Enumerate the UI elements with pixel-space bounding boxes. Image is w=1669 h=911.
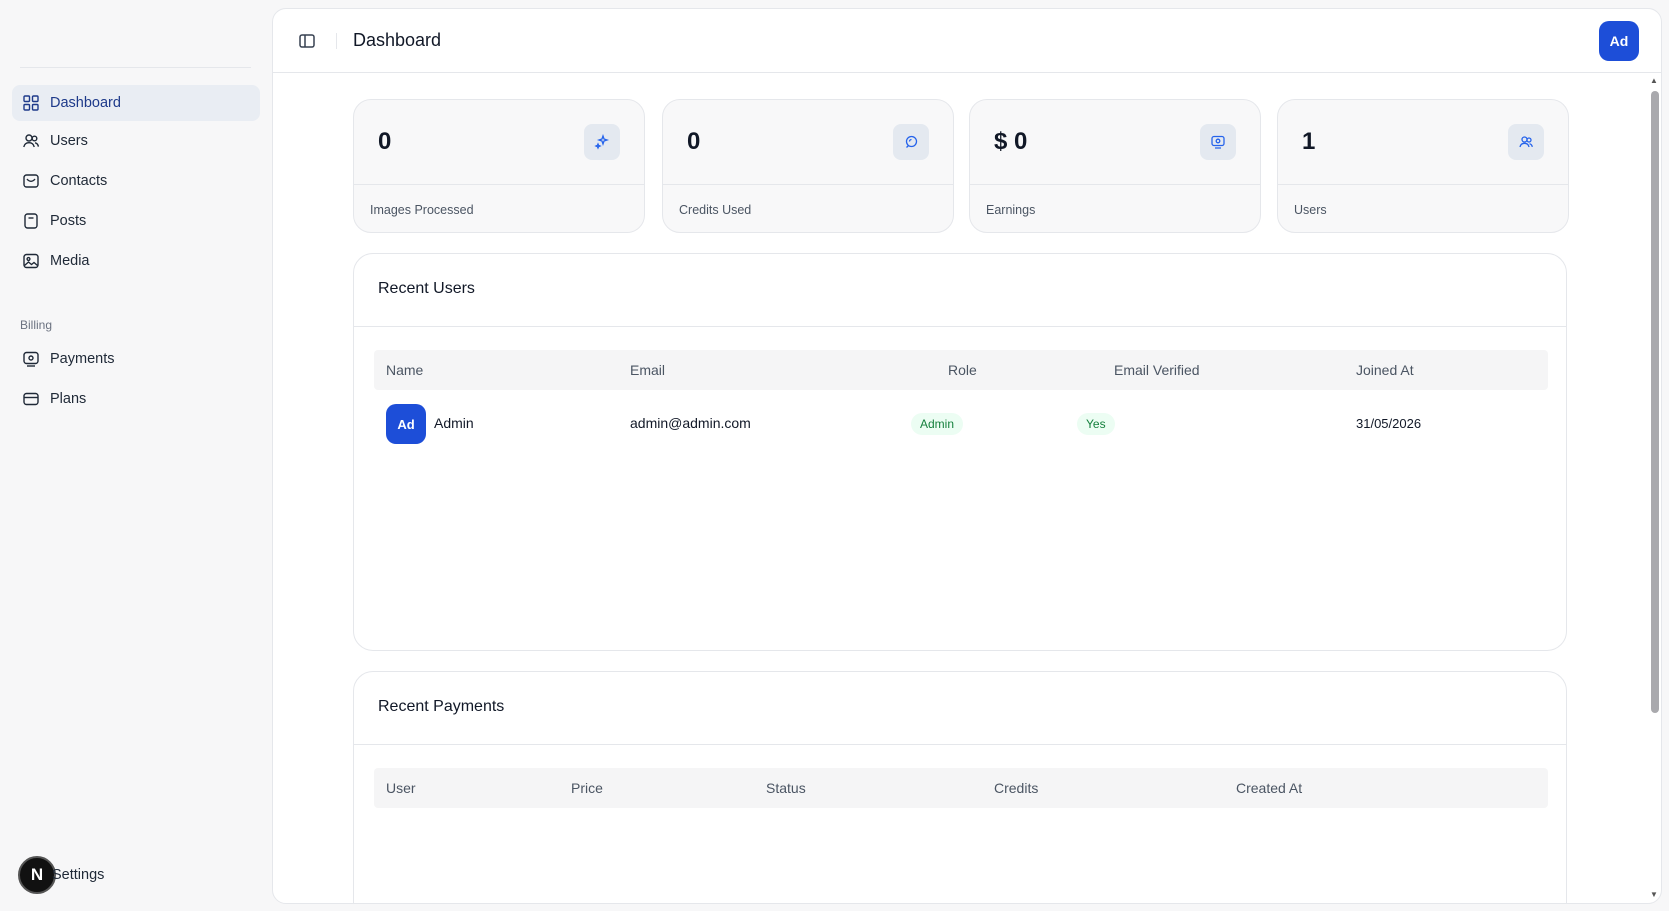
sidebar-item-label: Posts	[50, 213, 87, 229]
card-icon	[22, 390, 40, 408]
payments-icon	[22, 350, 40, 368]
table-header: User Price Status Credits Created At	[374, 768, 1548, 808]
sidebar-item-label: Media	[50, 253, 90, 269]
column-header: Joined At	[1356, 362, 1414, 378]
panel-left-icon	[299, 34, 315, 48]
column-header: Status	[766, 780, 806, 796]
content-area: 0 Images Processed 0 Credits Used $ 0 Ea…	[273, 73, 1661, 903]
section-divider	[354, 744, 1566, 745]
page-title: Dashboard	[353, 30, 442, 50]
avatar: Ad	[386, 404, 426, 444]
table-row[interactable]: Ad Admin admin@admin.com Admin Yes 31/05…	[374, 402, 1548, 446]
stat-value: 0	[378, 128, 392, 155]
joined-date: 31/05/2026	[1356, 416, 1422, 431]
column-header: Role	[948, 362, 977, 378]
stat-divider	[663, 184, 953, 185]
section-title: Recent Payments	[378, 698, 505, 715]
stat-label: Credits Used	[679, 203, 752, 217]
sidebar-item-dashboard[interactable]: Dashboard	[12, 85, 260, 121]
header-separator	[336, 33, 337, 49]
stat-value: $ 0	[994, 128, 1028, 155]
user-avatar[interactable]: Ad	[1599, 21, 1639, 61]
sidebar-item-users[interactable]: Users	[12, 123, 260, 159]
column-header: Price	[571, 780, 603, 796]
scroll-down-arrow-icon[interactable]: ▼	[1650, 891, 1658, 899]
sidebar-toggle-button[interactable]	[297, 31, 317, 51]
section-title: Recent Users	[378, 280, 475, 297]
credits-icon	[893, 124, 929, 160]
sidebar-item-payments[interactable]: Payments	[12, 341, 260, 377]
column-header: Name	[386, 362, 424, 378]
stat-value: 0	[687, 128, 701, 155]
stat-value: 1	[1302, 128, 1316, 155]
column-header: Created At	[1236, 780, 1303, 796]
role-badge: Admin	[911, 413, 964, 435]
sidebar-item-label: Payments	[50, 351, 115, 367]
sparkles-icon	[584, 124, 620, 160]
scrollbar-thumb[interactable]	[1651, 91, 1659, 713]
sidebar-item-label: Settings	[52, 867, 105, 883]
framework-badge[interactable]: N	[18, 856, 56, 894]
stat-divider	[1278, 184, 1568, 185]
stat-label: Images Processed	[370, 203, 474, 217]
stat-card-images: 0 Images Processed	[353, 99, 645, 233]
sidebar: Dashboard Users Contacts Posts Media Bil…	[0, 0, 272, 911]
stat-divider	[354, 184, 644, 185]
grid-icon	[22, 94, 40, 112]
main-panel: Dashboard Ad 0 Images Processed 0 Credit…	[272, 8, 1662, 904]
table-header: Name Email Role Email Verified Joined At	[374, 350, 1548, 390]
image-icon	[22, 252, 40, 270]
user-email: admin@admin.com	[630, 415, 751, 431]
section-divider	[354, 326, 1566, 327]
recent-users-card: Recent Users Name Email Role Email Verif…	[353, 253, 1567, 651]
column-header: Email	[630, 362, 666, 378]
stat-divider	[970, 184, 1260, 185]
sidebar-item-label: Contacts	[50, 173, 108, 189]
users-icon	[22, 132, 40, 150]
sidebar-item-plans[interactable]: Plans	[12, 381, 260, 417]
sidebar-item-label: Dashboard	[50, 95, 121, 111]
sidebar-item-label: Plans	[50, 391, 87, 407]
sidebar-item-media[interactable]: Media	[12, 243, 260, 279]
sidebar-item-settings[interactable]: N Settings	[18, 856, 104, 894]
sidebar-divider	[20, 67, 251, 68]
stat-label: Earnings	[986, 203, 1036, 217]
posts-icon	[22, 212, 40, 230]
stat-card-credits: 0 Credits Used	[662, 99, 954, 233]
vertical-scrollbar[interactable]: ▲ ▼	[1647, 73, 1661, 903]
users-icon	[1508, 124, 1544, 160]
stat-card-earnings: $ 0 Earnings	[969, 99, 1261, 233]
header: Dashboard Ad	[273, 9, 1661, 73]
billing-section-label: Billing	[20, 318, 53, 332]
money-icon	[1200, 124, 1236, 160]
contacts-icon	[22, 172, 40, 190]
scroll-up-arrow-icon[interactable]: ▲	[1650, 77, 1658, 85]
sidebar-item-contacts[interactable]: Contacts	[12, 163, 260, 199]
user-name: Admin	[434, 415, 474, 431]
status-badge: Yes	[1077, 413, 1115, 435]
column-header: Email Verified	[1114, 362, 1200, 378]
stat-card-users: 1 Users	[1277, 99, 1569, 233]
sidebar-item-posts[interactable]: Posts	[12, 203, 260, 239]
sidebar-item-label: Users	[50, 133, 88, 149]
recent-payments-card: Recent Payments User Price Status Credit…	[353, 671, 1567, 903]
stat-label: Users	[1294, 203, 1327, 217]
column-header: User	[386, 780, 416, 796]
column-header: Credits	[994, 780, 1039, 796]
